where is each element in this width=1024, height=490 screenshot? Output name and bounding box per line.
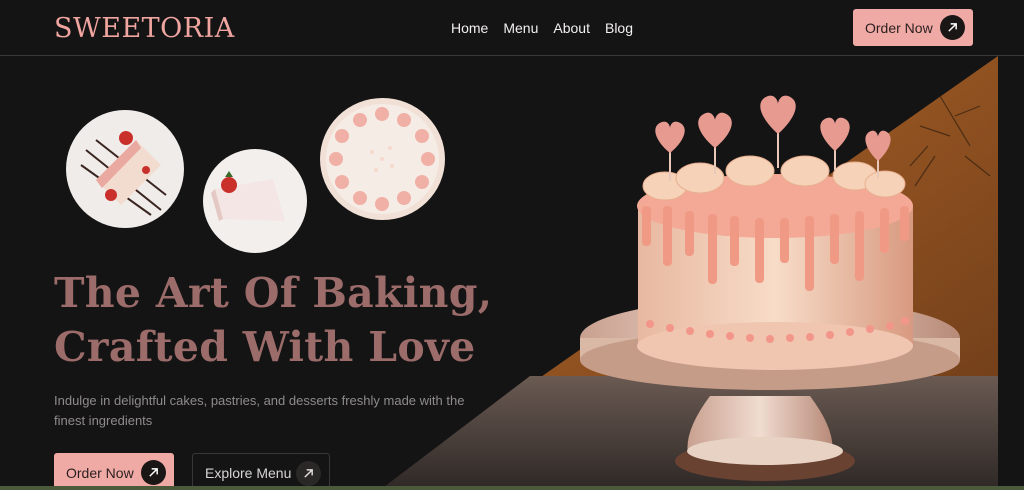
nav-order-now-label: Order Now [865,19,933,36]
top-navbar: SWEETORIA Home Menu About Blog Order Now [0,0,1024,56]
nav-item-home[interactable]: Home [451,20,488,36]
hero-explore-menu-label: Explore Menu [205,465,292,481]
arrow-up-right-icon [296,461,321,486]
dessert-plate-cheesecake [203,149,307,253]
page-bottom-edge [0,486,1024,490]
hero-headline-line1: The Art Of Baking, [54,269,493,317]
hero-subtitle: Indulge in delightful cakes, pastries, a… [54,393,465,428]
hero-order-now-label: Order Now [66,465,134,481]
nav-item-about[interactable]: About [553,20,590,36]
arrow-up-right-icon [940,15,965,40]
hero-explore-menu-button[interactable]: Explore Menu [192,453,330,490]
nav-order-now-button[interactable]: Order Now [853,9,973,46]
hero-headline: The Art Of Baking, Crafted With Love [54,266,492,374]
dessert-plate-slice [66,110,184,228]
hero-headline-line2: Crafted With Love [54,323,476,371]
hero-order-now-button[interactable]: Order Now [54,453,174,490]
arrow-up-right-icon [141,460,166,485]
brand-logo[interactable]: SWEETORIA [54,13,235,44]
nav-item-menu[interactable]: Menu [503,20,538,36]
nav-item-blog[interactable]: Blog [605,20,633,36]
main-menu: Home Menu About Blog [451,20,633,36]
dessert-plate-tart [320,98,445,220]
